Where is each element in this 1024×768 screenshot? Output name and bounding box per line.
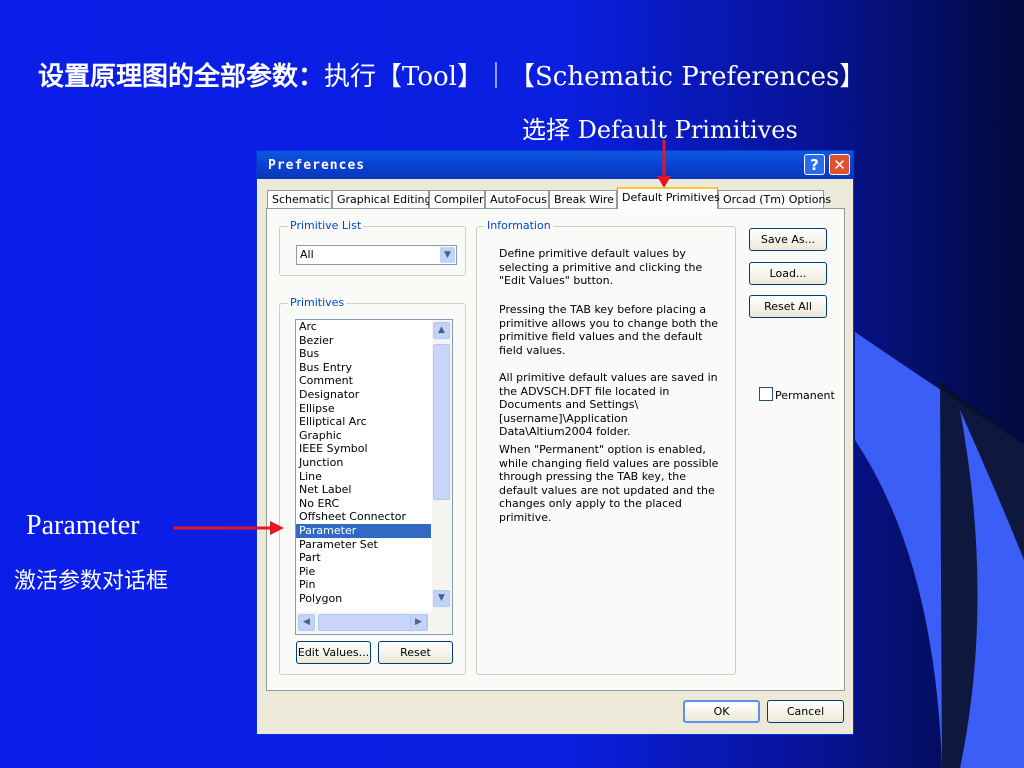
arrow-to-parameter-head — [270, 521, 284, 535]
tab-default-primitives[interactable]: Default Primitives — [617, 187, 720, 209]
annotation-arrows — [174, 140, 671, 535]
